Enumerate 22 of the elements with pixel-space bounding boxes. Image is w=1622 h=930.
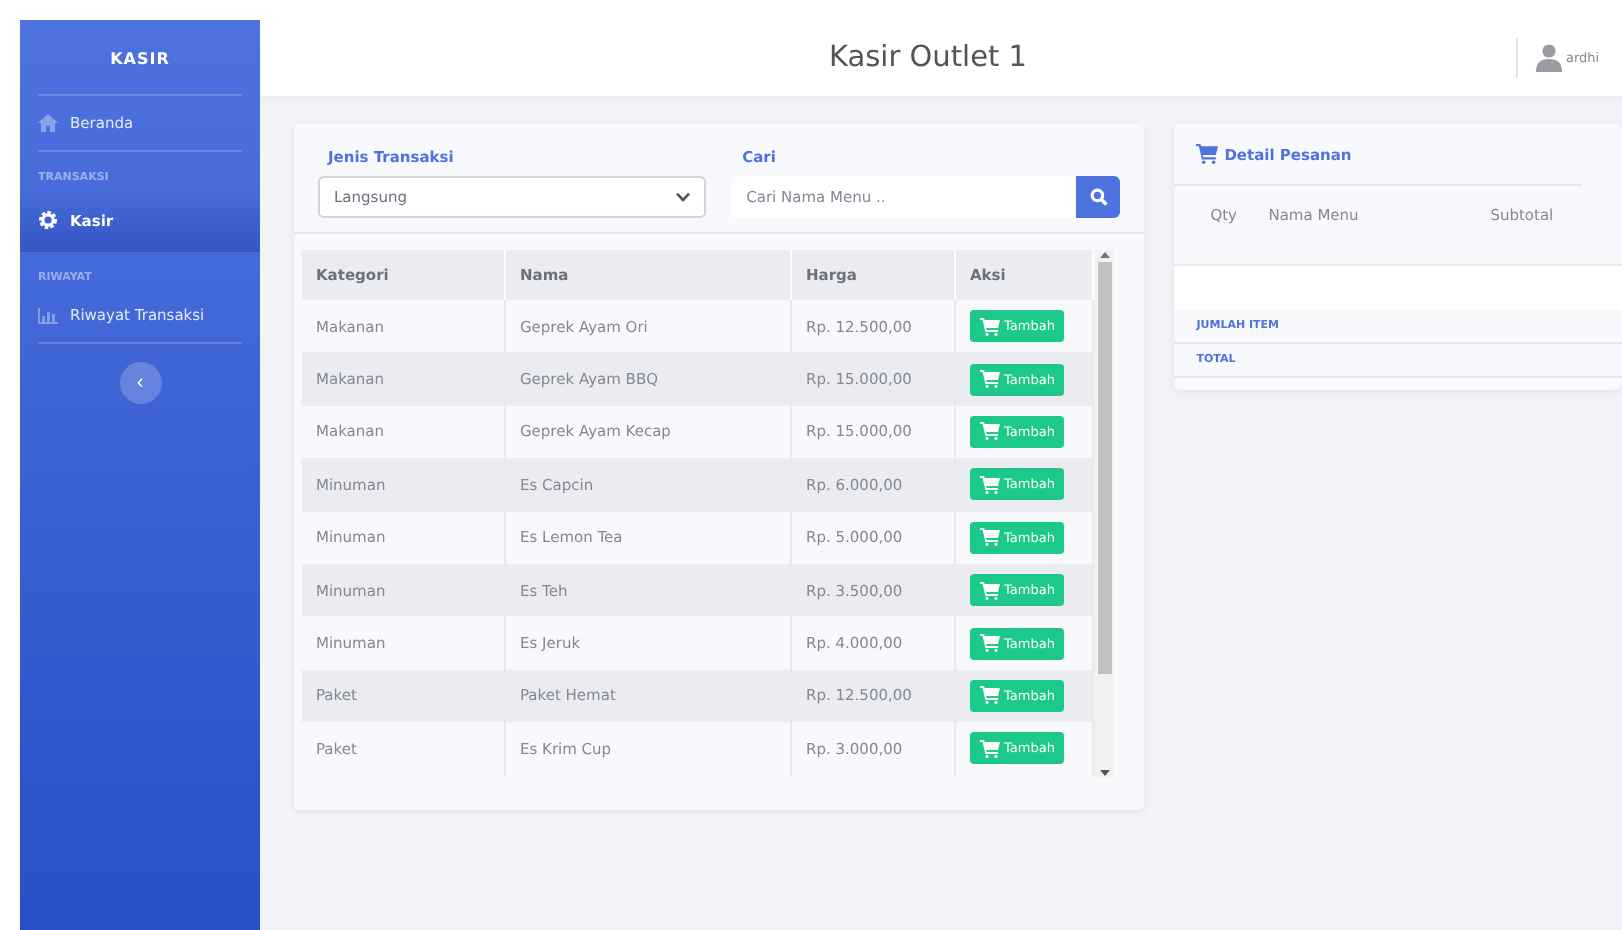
cart-icon [980,634,1000,653]
cart-icon [980,422,1000,441]
cart-icon [980,317,1000,336]
cart-icon [980,475,1000,494]
home-icon [38,114,58,132]
cart-icon [980,528,1000,547]
cart-icon [980,739,1000,758]
user-icon [1536,44,1562,72]
cart-icon [980,370,1000,389]
search-button[interactable] [1076,176,1121,218]
collapse-button[interactable]: ‹ [119,362,161,404]
chart-icon [38,307,58,323]
cart-icon [980,581,1000,600]
scrollbar[interactable] [1094,250,1115,778]
gear-icon [38,210,58,230]
cart-icon [980,686,1000,705]
page-title: Kasir Outlet 1 [826,42,1030,74]
chevron-icon [676,192,691,202]
scroll-down-icon[interactable] [1097,768,1112,778]
cart-icon [1196,144,1219,164]
brand-title: KASIR [108,48,172,72]
search-icon [1089,188,1108,206]
